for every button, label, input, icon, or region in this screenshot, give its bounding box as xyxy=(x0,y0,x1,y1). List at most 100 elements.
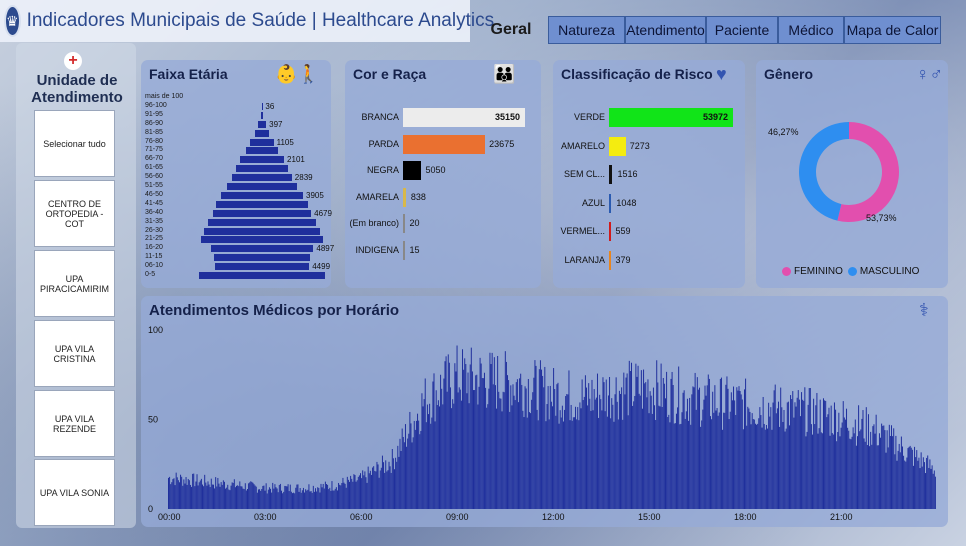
hourly-bar[interactable] xyxy=(536,409,538,510)
hourly-bar[interactable] xyxy=(667,417,669,509)
hourly-bar[interactable] xyxy=(403,442,405,510)
hourly-bar[interactable] xyxy=(830,405,832,510)
hourly-bar[interactable] xyxy=(753,419,755,509)
hourly-bar[interactable] xyxy=(501,411,503,510)
hourly-bar[interactable] xyxy=(402,436,404,509)
hourly-bar[interactable] xyxy=(706,385,708,509)
hourly-bar[interactable] xyxy=(915,457,917,510)
tab-geral[interactable]: Geral xyxy=(476,16,546,44)
hourly-bar[interactable] xyxy=(457,392,459,509)
hourly-bar[interactable] xyxy=(545,421,547,509)
hourly-bar[interactable] xyxy=(173,478,175,510)
hourly-bar[interactable] xyxy=(720,377,722,509)
hourly-bar[interactable] xyxy=(781,407,783,509)
hourly-bar[interactable] xyxy=(801,392,803,510)
hourly-bar[interactable] xyxy=(700,426,702,510)
hourly-bar[interactable] xyxy=(813,398,815,509)
hourly-bar[interactable] xyxy=(621,387,623,509)
hourly-bar[interactable] xyxy=(388,461,390,510)
hourly-bar[interactable] xyxy=(333,490,335,510)
hourly-bar[interactable] xyxy=(851,436,853,510)
hourly-bar[interactable] xyxy=(738,386,740,510)
hourly-bar[interactable] xyxy=(803,400,805,509)
hourly-bar[interactable] xyxy=(858,405,860,510)
hourly-bar[interactable] xyxy=(568,370,570,510)
hourly-bar[interactable] xyxy=(505,361,507,509)
hourly-bar[interactable] xyxy=(827,414,829,509)
hourly-bar[interactable] xyxy=(887,447,889,509)
hourly-bar[interactable] xyxy=(320,483,322,509)
hourly-bar[interactable] xyxy=(558,423,560,510)
hourly-bar[interactable] xyxy=(176,477,178,510)
hourly-bar[interactable] xyxy=(895,435,897,510)
hourly-bar[interactable] xyxy=(237,485,239,509)
hourly-bar[interactable] xyxy=(848,430,850,510)
hourly-bar[interactable] xyxy=(699,387,701,510)
hourly-bar[interactable] xyxy=(609,376,611,510)
hourly-bar[interactable] xyxy=(299,488,301,510)
hourly-bar[interactable] xyxy=(511,405,513,509)
hourly-bar[interactable] xyxy=(680,423,682,509)
hourly-bar[interactable] xyxy=(840,427,842,509)
hourly-bar[interactable] xyxy=(716,408,718,510)
hourly-bar[interactable] xyxy=(624,394,626,510)
hourly-bar[interactable] xyxy=(564,409,566,509)
hourly-bar[interactable] xyxy=(748,408,750,510)
hourly-bar[interactable] xyxy=(384,472,386,509)
hourly-bar[interactable] xyxy=(276,488,278,509)
age-bar[interactable] xyxy=(213,254,311,262)
hourly-bar[interactable] xyxy=(424,378,426,510)
hourly-bar[interactable] xyxy=(866,444,868,510)
hourly-bar[interactable] xyxy=(844,419,846,510)
tab-mapa-de-calor[interactable]: Mapa de Calor xyxy=(844,16,941,44)
hourly-bar[interactable] xyxy=(458,387,460,509)
hourly-bar[interactable] xyxy=(317,487,319,510)
hourly-bar[interactable] xyxy=(751,413,753,509)
hourly-bar[interactable] xyxy=(758,418,760,510)
age-bar[interactable] xyxy=(235,165,289,173)
hourly-bar[interactable] xyxy=(600,399,602,509)
hourly-bar[interactable] xyxy=(846,408,848,509)
hourly-bar[interactable] xyxy=(378,477,380,510)
hourly-bar[interactable] xyxy=(618,390,620,509)
hourly-bar[interactable] xyxy=(569,420,571,510)
hourly-bar[interactable] xyxy=(625,377,627,509)
hourly-bar[interactable] xyxy=(365,477,367,509)
hourly-bar[interactable] xyxy=(630,362,632,510)
hourly-bar[interactable] xyxy=(557,382,559,510)
category-bar[interactable] xyxy=(609,222,611,241)
hourly-bar[interactable] xyxy=(587,405,589,510)
hourly-bar[interactable] xyxy=(350,475,352,510)
hourly-bar[interactable] xyxy=(638,393,640,510)
hourly-bar[interactable] xyxy=(790,395,792,510)
hourly-bar[interactable] xyxy=(392,458,394,510)
hourly-bar[interactable] xyxy=(512,384,514,510)
hourly-bar[interactable] xyxy=(626,373,628,509)
hourly-bar[interactable] xyxy=(612,404,614,510)
hourly-bar[interactable] xyxy=(277,492,279,510)
hourly-bar[interactable] xyxy=(681,412,683,509)
hourly-bar[interactable] xyxy=(582,400,584,509)
hourly-bar[interactable] xyxy=(694,372,696,509)
hourly-bar[interactable] xyxy=(930,468,932,509)
hourly-bar[interactable] xyxy=(451,408,453,510)
hourly-bar[interactable] xyxy=(853,433,855,510)
hourly-bar[interactable] xyxy=(806,431,808,509)
hourly-bar[interactable] xyxy=(361,478,363,509)
hourly-bar[interactable] xyxy=(260,490,262,509)
hourly-bar[interactable] xyxy=(240,486,242,509)
hourly-bar[interactable] xyxy=(447,354,449,510)
hourly-bar[interactable] xyxy=(525,388,527,510)
hourly-bar[interactable] xyxy=(174,485,176,509)
hourly-bar[interactable] xyxy=(312,485,314,510)
hourly-bar[interactable] xyxy=(171,482,173,510)
hourly-bar[interactable] xyxy=(617,419,619,509)
hourly-bar[interactable] xyxy=(763,423,765,510)
hourly-bar[interactable] xyxy=(836,441,838,509)
hourly-bar[interactable] xyxy=(772,402,774,510)
category-bar[interactable] xyxy=(403,161,421,180)
hourly-bar[interactable] xyxy=(865,407,867,510)
hourly-bar[interactable] xyxy=(923,462,925,510)
hourly-bar[interactable] xyxy=(590,410,592,509)
hourly-bar[interactable] xyxy=(610,418,612,509)
